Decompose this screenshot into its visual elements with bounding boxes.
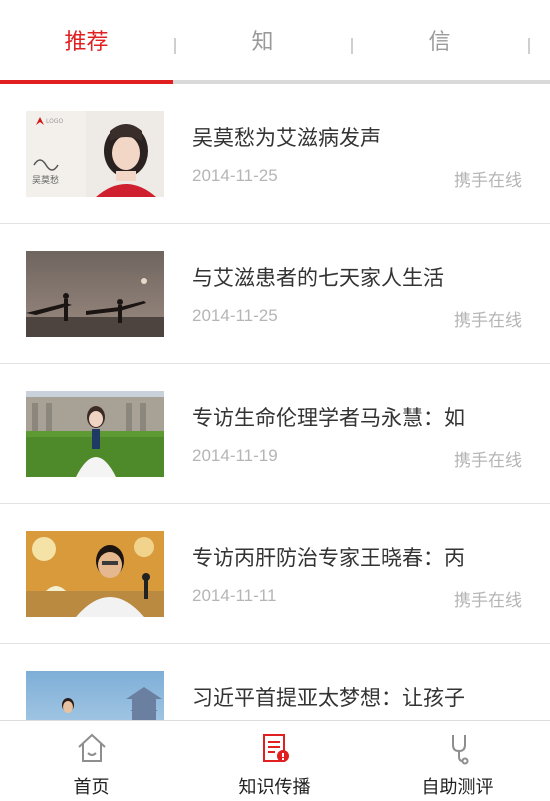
- bottom-navigation: 首页 知识传播 自助测评: [0, 720, 550, 800]
- article-date: 2014-11-25: [192, 306, 278, 325]
- article-title[interactable]: 与艾滋患者的七天家人生活: [192, 262, 532, 292]
- article-item[interactable]: 专访生命伦理学者马永慧：如 2014-11-19 携手在线: [0, 364, 550, 504]
- nav-knowledge[interactable]: 知识传播: [183, 721, 366, 801]
- article-item[interactable]: 与艾滋患者的七天家人生活 2014-11-25 携手在线: [0, 224, 550, 364]
- portrait-woman-red-ribbon-icon: LOGO 吴莫愁: [26, 111, 164, 197]
- tab-knowledge[interactable]: 知: [176, 0, 349, 80]
- tab-info[interactable]: 信: [353, 0, 526, 80]
- article-title[interactable]: 专访生命伦理学者马永慧：如: [192, 402, 532, 432]
- home-icon: [75, 731, 109, 765]
- article-source: 携手在线: [454, 451, 522, 471]
- article-item[interactable]: LOGO 吴莫愁 吴莫愁为艾滋病发声 2014-11-25 携手在线: [0, 84, 550, 224]
- nav-self-assessment[interactable]: 自助测评: [366, 721, 549, 801]
- silhouette-dancers-sunset-icon: [26, 251, 164, 337]
- article-title[interactable]: 专访丙肝防治专家王晓春：丙: [192, 542, 532, 572]
- article-date: 2014-11-11: [192, 586, 277, 605]
- woman-on-campus-lawn-icon: [26, 391, 164, 477]
- stethoscope-icon: [441, 731, 475, 765]
- article-item[interactable]: 习近平首提亚太梦想：让孩子: [0, 644, 550, 720]
- article-date: 2014-11-25: [192, 166, 278, 185]
- article-feed[interactable]: LOGO 吴莫愁 吴莫愁为艾滋病发声 2014-11-25 携手在线 与艾滋患者…: [0, 84, 550, 720]
- svg-text:LOGO: LOGO: [46, 118, 64, 125]
- article-title[interactable]: 吴莫愁为艾滋病发声: [192, 122, 532, 152]
- document-icon: [258, 731, 292, 765]
- article-date: 2014-11-19: [192, 446, 278, 465]
- article-source: 携手在线: [454, 591, 522, 611]
- nav-home[interactable]: 首页: [0, 721, 183, 801]
- speaker-with-temple-icon: [26, 671, 164, 720]
- article-title[interactable]: 习近平首提亚太梦想：让孩子: [192, 682, 532, 712]
- article-source: 携手在线: [454, 171, 522, 191]
- nav-label: 自助测评: [421, 777, 494, 798]
- nav-label: 知识传播: [238, 777, 311, 798]
- nav-label: 首页: [73, 777, 110, 798]
- tab-recommend[interactable]: 推荐: [0, 0, 173, 80]
- article-item[interactable]: 专访丙肝防治专家王晓春：丙 2014-11-11 携手在线: [0, 504, 550, 644]
- tab-separator: [528, 38, 530, 54]
- article-source: 携手在线: [454, 311, 522, 331]
- top-tab-bar: 推荐 知 信: [0, 0, 550, 84]
- man-speaking-at-microphone-icon: [26, 531, 164, 617]
- svg-text:吴莫愁: 吴莫愁: [32, 174, 59, 186]
